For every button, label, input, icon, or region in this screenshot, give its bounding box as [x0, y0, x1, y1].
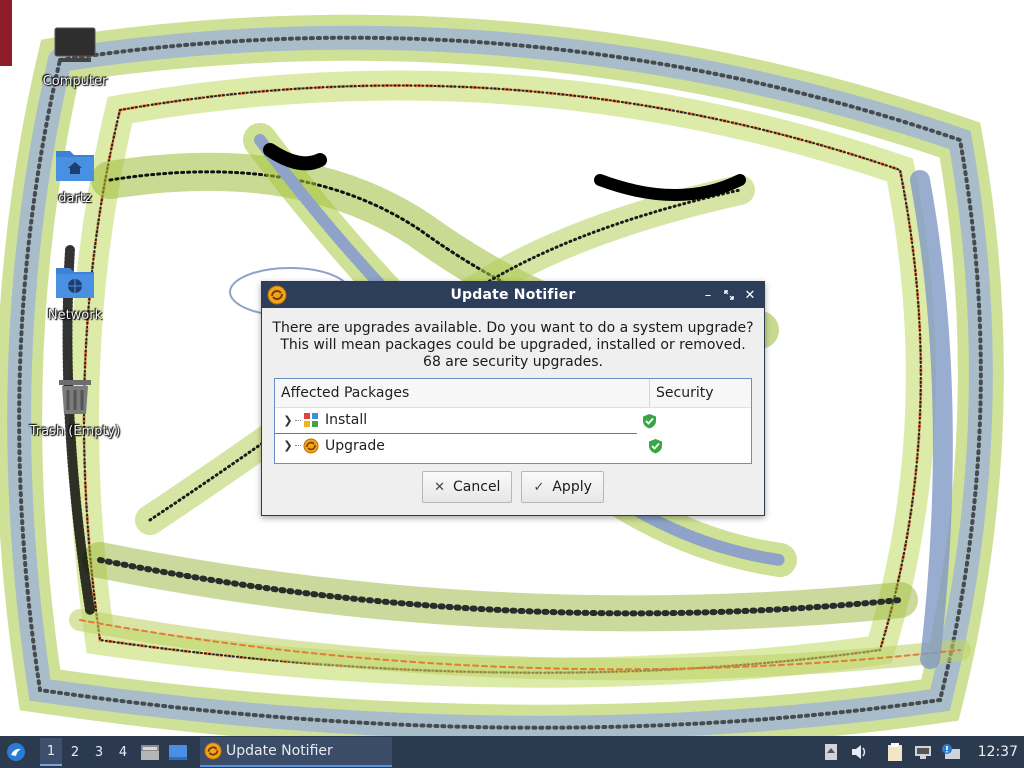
shield-check-icon	[649, 438, 662, 453]
workspace-2[interactable]: 2	[64, 739, 86, 765]
expand-chevron-icon[interactable]: ❯	[281, 414, 295, 427]
close-icon: ✕	[434, 479, 446, 495]
install-packages-icon	[304, 413, 318, 427]
system-tray: 12:37	[816, 736, 1024, 768]
update-notifier-icon	[204, 742, 222, 760]
update-alert-icon	[941, 744, 960, 759]
cancel-label: Cancel	[453, 479, 501, 495]
volume-button[interactable]	[846, 738, 872, 766]
tree-row-install[interactable]: ❯ Install	[275, 408, 751, 434]
desktop-icon-home[interactable]: dartz	[20, 139, 130, 206]
trash-icon	[51, 372, 99, 420]
workspace-1[interactable]: 1	[40, 738, 62, 766]
desktop-icon-label: Trash (Empty)	[29, 424, 121, 439]
message-line-2: This will mean packages could be upgrade…	[280, 337, 746, 353]
clipboard-button[interactable]	[882, 738, 908, 766]
expand-chevron-icon[interactable]: ❯	[281, 439, 295, 452]
task-label: Update Notifier	[226, 743, 333, 759]
shield-check-icon	[643, 413, 656, 428]
tree-row-label: Install	[325, 412, 368, 428]
clock[interactable]: 12:37	[978, 744, 1018, 760]
upgrade-icon	[303, 438, 319, 453]
workspace-4[interactable]: 4	[112, 739, 134, 765]
message-line-3: 68 are security upgrades.	[423, 354, 603, 370]
column-header-security[interactable]: Security	[650, 379, 751, 407]
task-update-notifier[interactable]: Update Notifier	[200, 737, 392, 767]
computer-icon	[51, 22, 99, 70]
workspace-3[interactable]: 3	[88, 739, 110, 765]
desktop-icon-label: Computer	[42, 74, 108, 89]
update-notifier-dialog: Update Notifier – ✕ There are upgrades a…	[261, 281, 765, 516]
apply-label: Apply	[552, 479, 592, 495]
message-line-1: There are upgrades available. Do you wan…	[272, 320, 754, 336]
tree-header: Affected Packages Security	[275, 379, 751, 408]
column-header-packages[interactable]: Affected Packages	[275, 379, 650, 407]
minimize-icon[interactable]: –	[700, 286, 716, 304]
wallpaper-accent	[0, 0, 12, 66]
affected-packages-tree[interactable]: Affected Packages Security ❯ Install ❯ U…	[274, 378, 752, 464]
dialog-buttons: ✕ Cancel ✓ Apply	[262, 471, 764, 503]
maximize-icon[interactable]	[721, 286, 737, 304]
tray-arrow-icon	[824, 744, 837, 760]
tree-row-upgrade[interactable]: ❯ Upgrade	[275, 433, 751, 458]
start-menu-button[interactable]	[2, 738, 30, 766]
desktop-icon-trash[interactable]: Trash (Empty)	[20, 372, 130, 439]
checkmark-icon: ✓	[533, 479, 545, 495]
desktop-icon-label: dartz	[58, 191, 92, 206]
dialog-title: Update Notifier	[450, 287, 576, 303]
home-folder-icon	[51, 139, 99, 187]
desktop-icon	[169, 745, 187, 760]
dialog-titlebar[interactable]: Update Notifier – ✕	[262, 282, 764, 308]
file-manager-icon	[141, 745, 159, 760]
desktop-icon-network[interactable]: Network	[20, 256, 130, 323]
desktop-icon-computer[interactable]: Computer	[20, 22, 130, 89]
network-folder-icon	[51, 256, 99, 304]
desktop-icon-label: Network	[47, 308, 103, 323]
clipboard-icon	[887, 743, 902, 761]
file-manager-launcher[interactable]	[138, 740, 162, 764]
tray-menu-button[interactable]	[818, 738, 844, 766]
close-icon[interactable]: ✕	[742, 286, 758, 304]
update-notifier-icon	[267, 285, 287, 305]
speaker-icon	[851, 745, 865, 759]
tree-row-label: Upgrade	[325, 437, 385, 454]
network-button[interactable]	[910, 738, 936, 766]
lubuntu-logo-icon	[7, 743, 25, 761]
apply-button[interactable]: ✓ Apply	[521, 471, 604, 503]
wired-network-icon	[914, 746, 931, 759]
show-desktop-launcher[interactable]	[166, 740, 190, 764]
taskbar: 1 2 3 4 Update Notifier 12:37	[0, 736, 1024, 768]
update-notification-button[interactable]	[938, 738, 964, 766]
cancel-button[interactable]: ✕ Cancel	[422, 471, 513, 503]
dialog-message: There are upgrades available. Do you wan…	[262, 320, 764, 371]
